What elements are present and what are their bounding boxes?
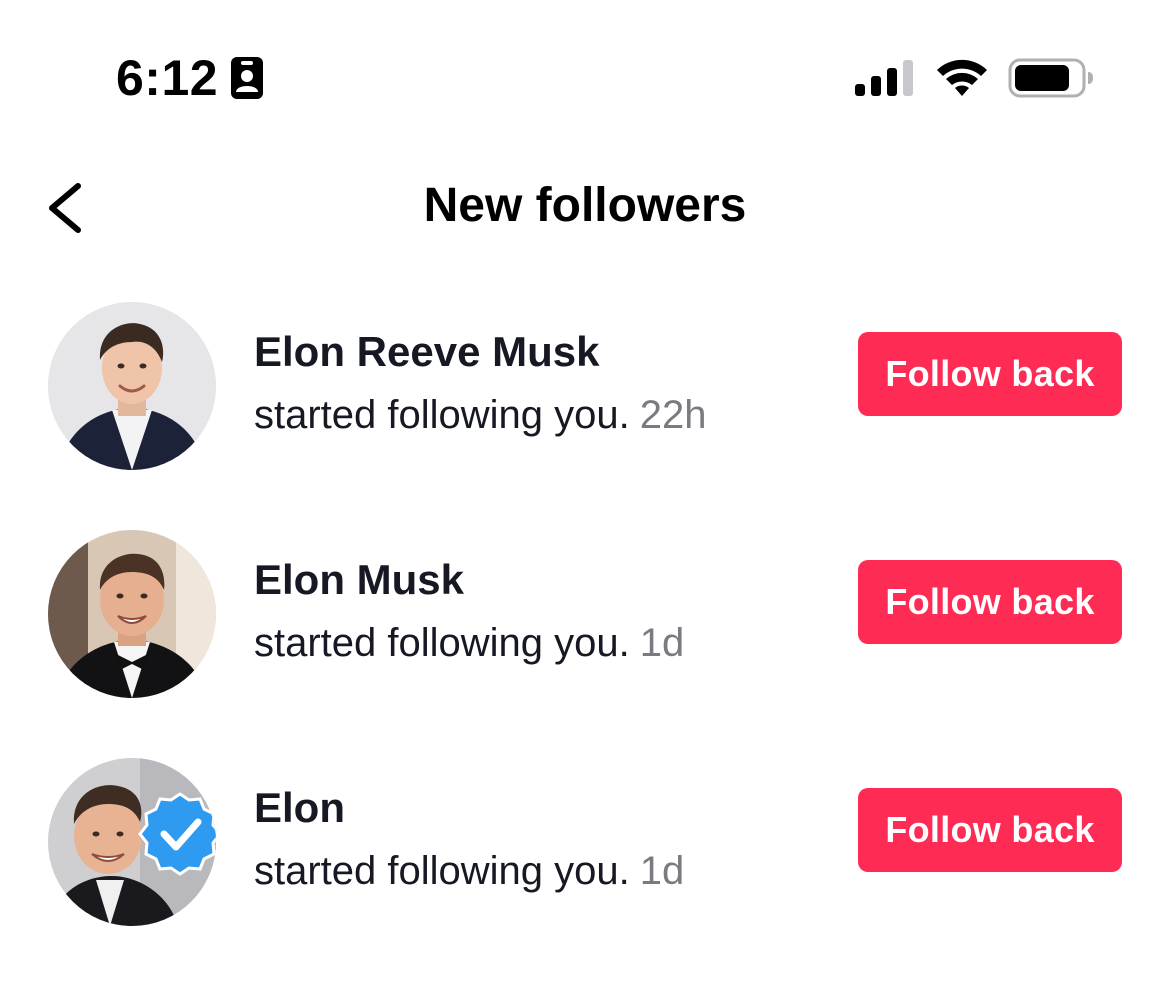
- avatar-photo: [48, 530, 216, 698]
- follower-activity: started following you. 1d: [254, 616, 834, 670]
- follower-activity: started following you. 22h: [254, 388, 834, 442]
- follower-name[interactable]: Elon: [254, 780, 834, 836]
- follow-back-button[interactable]: Follow back: [858, 332, 1122, 416]
- follower-time: 22h: [639, 393, 707, 437]
- header: New followers: [0, 150, 1170, 270]
- followers-list: Elon Reeve Musk started following you. 22…: [0, 300, 1170, 984]
- follower-activity: started following you. 1d: [254, 844, 834, 898]
- avatar-photo: [48, 302, 216, 470]
- activity-text: started following you.: [254, 621, 630, 665]
- follower-info: Elon started following you. 1d: [254, 780, 834, 898]
- avatar[interactable]: [48, 758, 216, 926]
- follower-name[interactable]: Elon Reeve Musk: [254, 324, 834, 380]
- follow-back-button[interactable]: Follow back: [858, 560, 1122, 644]
- avatar[interactable]: [48, 530, 216, 698]
- follower-time: 1d: [639, 621, 685, 665]
- activity-text: started following you.: [254, 393, 630, 437]
- battery-icon: [1008, 58, 1093, 98]
- follower-name[interactable]: Elon Musk: [254, 552, 834, 608]
- activity-text: started following you.: [254, 849, 630, 893]
- avatar[interactable]: [48, 302, 216, 470]
- follower-time: 1d: [639, 849, 685, 893]
- status-bar: 6:12: [0, 0, 1170, 150]
- follower-info: Elon Musk started following you. 1d: [254, 552, 834, 670]
- follow-back-button[interactable]: Follow back: [858, 788, 1122, 872]
- contact-card-icon: [231, 57, 263, 99]
- list-item[interactable]: Elon started following you. 1d Follow bac…: [0, 756, 1170, 984]
- verified-badge-icon: [138, 792, 216, 876]
- list-item[interactable]: Elon Reeve Musk started following you. 22…: [0, 300, 1170, 528]
- page-title: New followers: [423, 179, 747, 232]
- follower-info: Elon Reeve Musk started following you. 22…: [254, 324, 834, 442]
- wifi-icon: [937, 59, 987, 96]
- cellular-signal-icon: [855, 60, 913, 96]
- list-item[interactable]: Elon Musk started following you. 1d Follo…: [0, 528, 1170, 756]
- status-time: 6:12: [116, 50, 219, 106]
